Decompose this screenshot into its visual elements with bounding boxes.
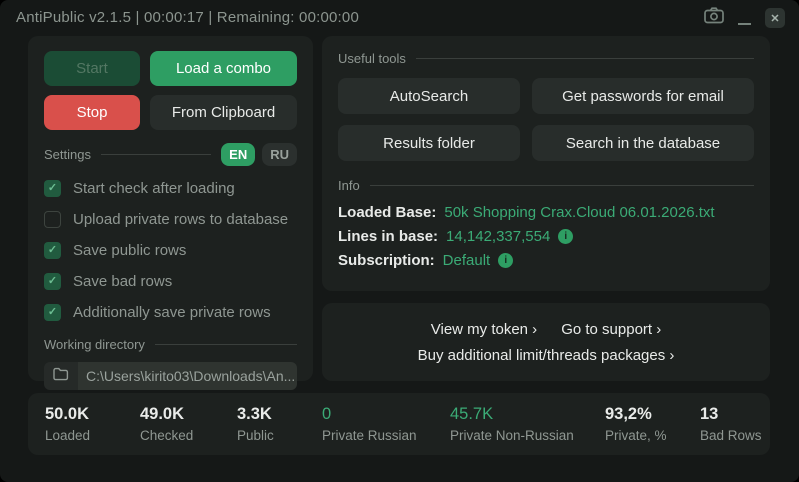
from-clipboard-button[interactable]: From Clipboard: [150, 95, 297, 130]
check-icon: ✓: [48, 276, 57, 287]
stat-value: 49.0K: [140, 405, 237, 424]
lines-in-base-value: 14,142,337,554: [446, 228, 550, 245]
subscription-row: Subscription: Default i: [338, 252, 754, 269]
stat-label: Private, %: [605, 428, 700, 443]
stat-checked: 49.0K Checked: [140, 405, 237, 455]
checkbox-label: Upload private rows to database: [73, 211, 288, 228]
close-button[interactable]: ✕: [765, 8, 785, 28]
browse-folder-button[interactable]: [44, 362, 78, 390]
settings-header: Settings EN RU: [44, 143, 297, 166]
stat-label: Private Russian: [322, 428, 450, 443]
app-window: AntiPublic v2.1.5 | 00:00:17 | Remaining…: [0, 0, 799, 482]
divider: [101, 154, 211, 155]
stat-private-percent: 93,2% Private, %: [605, 405, 700, 455]
info-icon[interactable]: i: [558, 229, 573, 244]
stat-public: 3.3K Public: [237, 405, 322, 455]
lines-in-base-row: Lines in base: 14,142,337,554 i: [338, 228, 754, 245]
stat-value: 45.7K: [450, 405, 605, 424]
search-database-button[interactable]: Search in the database: [532, 125, 754, 161]
stat-label: Bad Rows: [700, 428, 770, 443]
loaded-base-row: Loaded Base: 50k Shopping Crax.Cloud 06.…: [338, 204, 754, 221]
stat-value: 3.3K: [237, 405, 322, 424]
stat-private-non-russian: 45.7K Private Non-Russian: [450, 405, 605, 455]
working-directory-row: C:\Users\kirito03\Downloads\An...: [44, 362, 297, 390]
window-controls: ✕: [704, 7, 785, 29]
loaded-base-label: Loaded Base:: [338, 204, 436, 221]
camera-icon: [704, 7, 724, 29]
info-header: Info: [338, 178, 754, 193]
stat-bad-rows: 13 Bad Rows: [700, 405, 770, 455]
stat-value: 93,2%: [605, 405, 700, 424]
checkbox-box[interactable]: ✓: [44, 273, 61, 290]
autosearch-button[interactable]: AutoSearch: [338, 78, 520, 114]
checkbox-save-public-rows[interactable]: ✓ Save public rows: [44, 241, 297, 259]
working-directory-header: Working directory: [44, 337, 297, 352]
load-combo-button[interactable]: Load a combo: [150, 51, 297, 86]
control-panel: Start Load a combo Stop From Clipboard S…: [28, 36, 313, 381]
checkbox-box[interactable]: ✓: [44, 180, 61, 197]
view-my-token-link[interactable]: View my token ›: [431, 321, 537, 338]
buy-packages-link[interactable]: Buy additional limit/threads packages ›: [418, 347, 675, 364]
check-icon: ✓: [48, 183, 57, 194]
stat-loaded: 50.0K Loaded: [45, 405, 140, 455]
checkbox-upload-private-rows[interactable]: ✓ Upload private rows to database: [44, 210, 297, 228]
stat-label: Checked: [140, 428, 237, 443]
check-icon: ✓: [48, 245, 57, 256]
checkbox-box[interactable]: ✓: [44, 304, 61, 321]
info-icon[interactable]: i: [498, 253, 513, 268]
stat-private-russian: 0 Private Russian: [322, 405, 450, 455]
info-label: Info: [338, 178, 360, 193]
tools-info-panel: Useful tools AutoSearch Get passwords fo…: [322, 36, 770, 291]
checkbox-additionally-save-private-rows[interactable]: ✓ Additionally save private rows: [44, 303, 297, 321]
subscription-label: Subscription:: [338, 252, 435, 269]
checkbox-start-check-after-loading[interactable]: ✓ Start check after loading: [44, 179, 297, 197]
checkbox-label: Additionally save private rows: [73, 304, 271, 321]
minimize-button[interactable]: [738, 12, 751, 25]
stat-label: Public: [237, 428, 322, 443]
settings-label: Settings: [44, 147, 91, 162]
links-panel: View my token › Go to support › Buy addi…: [322, 303, 770, 381]
titlebar[interactable]: AntiPublic v2.1.5 | 00:00:17 | Remaining…: [0, 0, 799, 30]
stat-value: 50.0K: [45, 405, 140, 424]
divider: [370, 185, 754, 186]
close-icon: ✕: [770, 12, 779, 25]
checkbox-label: Start check after loading: [73, 180, 235, 197]
stat-label: Loaded: [45, 428, 140, 443]
stats-bar: 50.0K Loaded 49.0K Checked 3.3K Public 0…: [28, 393, 770, 455]
screenshot-button[interactable]: [704, 7, 724, 29]
checkbox-label: Save public rows: [73, 242, 186, 259]
stop-button[interactable]: Stop: [44, 95, 140, 130]
divider: [416, 58, 754, 59]
checkbox-save-bad-rows[interactable]: ✓ Save bad rows: [44, 272, 297, 290]
divider: [155, 344, 297, 345]
get-passwords-button[interactable]: Get passwords for email: [532, 78, 754, 114]
working-directory-path[interactable]: C:\Users\kirito03\Downloads\An...: [78, 362, 297, 390]
go-to-support-link[interactable]: Go to support ›: [561, 321, 661, 338]
window-title: AntiPublic v2.1.5 | 00:00:17 | Remaining…: [16, 9, 359, 26]
loaded-base-value: 50k Shopping Crax.Cloud 06.01.2026.txt: [444, 204, 714, 221]
folder-icon: [53, 367, 69, 386]
results-folder-button[interactable]: Results folder: [338, 125, 520, 161]
stat-value: 13: [700, 405, 770, 424]
lines-in-base-label: Lines in base:: [338, 228, 438, 245]
stat-label: Private Non-Russian: [450, 428, 605, 443]
start-button[interactable]: Start: [44, 51, 140, 86]
stat-value: 0: [322, 405, 450, 424]
working-directory-label: Working directory: [44, 337, 145, 352]
language-toggle-en[interactable]: EN: [221, 143, 255, 166]
language-toggle-ru[interactable]: RU: [262, 143, 297, 166]
checkbox-box[interactable]: ✓: [44, 242, 61, 259]
checkbox-label: Save bad rows: [73, 273, 172, 290]
useful-tools-header: Useful tools: [338, 51, 754, 66]
useful-tools-label: Useful tools: [338, 51, 406, 66]
subscription-value: Default: [443, 252, 491, 269]
check-icon: ✓: [48, 307, 57, 318]
checkbox-box[interactable]: ✓: [44, 211, 61, 228]
